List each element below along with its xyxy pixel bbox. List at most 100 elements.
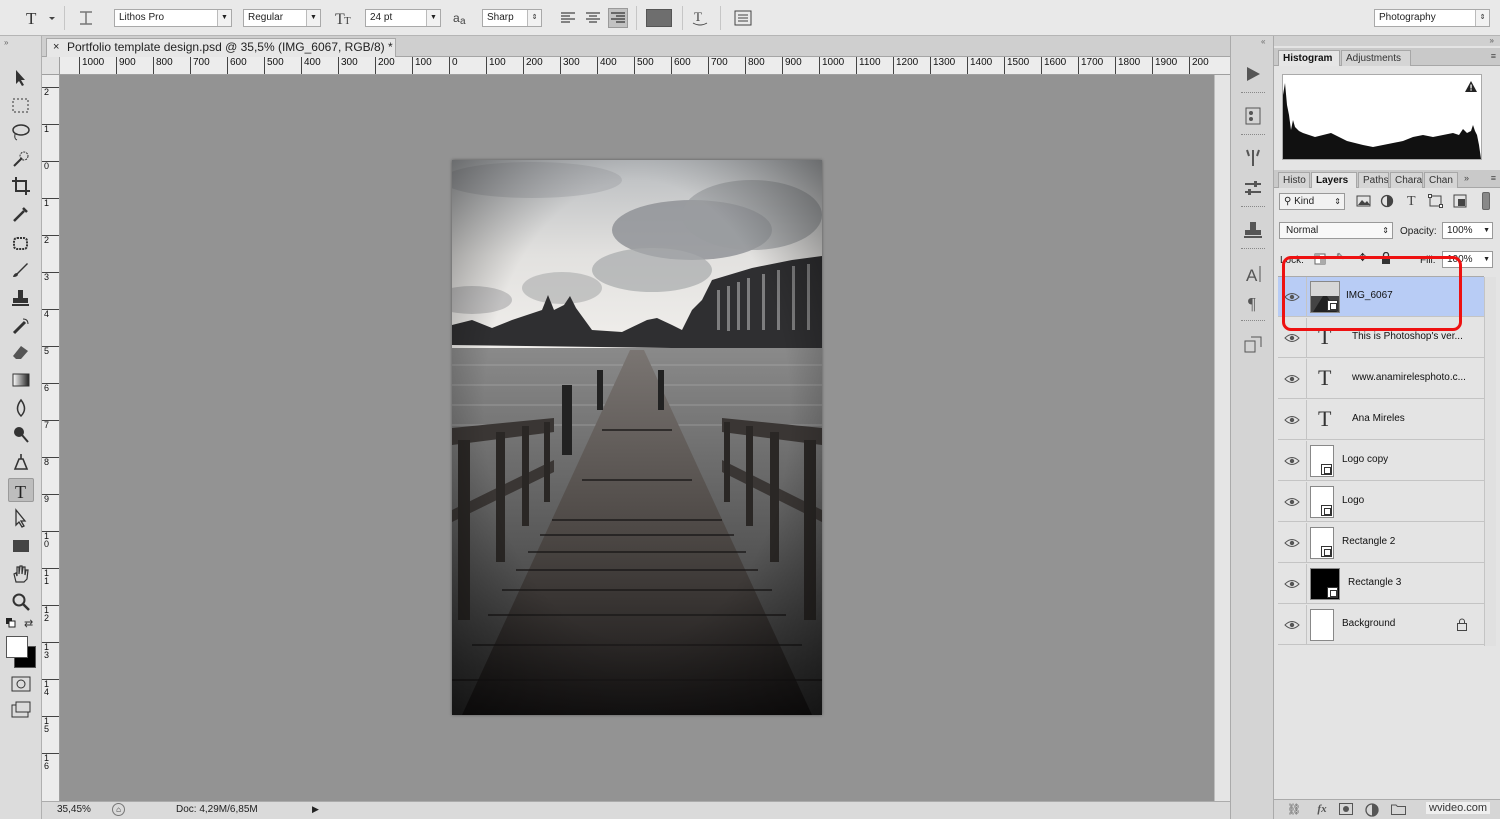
visibility-eye-icon[interactable]	[1284, 290, 1300, 304]
text-color-swatch[interactable]	[646, 9, 672, 27]
align-left-icon[interactable]	[558, 8, 578, 28]
tool-presets-icon[interactable]	[1241, 332, 1265, 356]
quick-mask-icon[interactable]	[8, 672, 34, 696]
font-style-select[interactable]: Regular ▼	[243, 9, 321, 27]
lock-transparency-icon[interactable]	[1314, 253, 1326, 265]
filter-pixel-icon[interactable]	[1356, 194, 1372, 208]
visibility-eye-icon[interactable]	[1284, 454, 1300, 468]
tab-layers[interactable]: Layers	[1311, 172, 1357, 188]
visibility-eye-icon[interactable]	[1284, 618, 1300, 632]
zoom-level[interactable]: 35,45%	[57, 804, 91, 815]
clone-stamp-tool-icon[interactable]	[8, 286, 34, 310]
new-group-icon[interactable]	[1390, 803, 1406, 817]
canvas-photo-pier[interactable]	[452, 160, 822, 715]
tab-character[interactable]: Chara	[1390, 172, 1423, 188]
align-center-icon[interactable]	[583, 8, 603, 28]
ruler-origin[interactable]	[42, 57, 60, 75]
link-layers-icon[interactable]: ⛓	[1286, 803, 1302, 817]
foreground-color-swatch[interactable]	[6, 636, 28, 658]
character-icon[interactable]: A	[1241, 262, 1265, 286]
default-colors-icon[interactable]	[6, 618, 16, 628]
swap-colors-icon[interactable]: ⇄	[24, 617, 33, 630]
document-tab[interactable]: × Portfolio template design.psd @ 35,5% …	[46, 38, 396, 57]
add-mask-icon[interactable]	[1338, 803, 1354, 817]
lock-position-icon[interactable]: ✥	[1358, 251, 1370, 265]
visibility-eye-icon[interactable]	[1284, 577, 1300, 591]
crop-tool-icon[interactable]	[8, 174, 34, 198]
tab-histogram[interactable]: Histogram	[1278, 50, 1340, 66]
layers-panel-menu-icon[interactable]: ≡	[1491, 173, 1496, 183]
font-family-select[interactable]: Lithos Pro ▼	[114, 9, 232, 27]
screen-mode-icon[interactable]	[8, 698, 34, 722]
layer-row-text-2[interactable]: T www.anamirelesphoto.c...	[1278, 359, 1484, 399]
layer-row-rectangle-2[interactable]: Rectangle 2	[1278, 523, 1484, 563]
visibility-eye-icon[interactable]	[1284, 372, 1300, 386]
collapse-dock-icon[interactable]: «	[1261, 37, 1265, 46]
opacity-input[interactable]: 100% ▼	[1442, 222, 1493, 239]
tab-paths[interactable]: Paths	[1358, 172, 1389, 188]
marquee-tool-icon[interactable]	[8, 94, 34, 118]
history-brush-tool-icon[interactable]	[8, 314, 34, 338]
vertical-scrollbar[interactable]	[1214, 75, 1230, 801]
filter-shape-icon[interactable]	[1428, 194, 1444, 208]
warning-icon[interactable]	[1465, 81, 1477, 92]
properties-icon[interactable]	[1241, 104, 1265, 128]
tab-adjustments[interactable]: Adjustments	[1341, 50, 1411, 66]
type-tool-icon[interactable]: T	[8, 478, 34, 502]
character-panel-icon[interactable]	[733, 8, 753, 28]
layer-row-logo-copy[interactable]: Logo copy	[1278, 441, 1484, 481]
eyedropper-tool-icon[interactable]	[8, 202, 34, 226]
type-tool-preset-icon[interactable]: T	[22, 8, 42, 28]
layers-scrollbar[interactable]	[1484, 277, 1496, 646]
layer-filter-select[interactable]: ⚲ Kind ⇕	[1279, 193, 1345, 210]
layer-row-rectangle-3[interactable]: Rectangle 3	[1278, 564, 1484, 604]
share-icon[interactable]: ⌂	[112, 803, 125, 816]
lasso-tool-icon[interactable]	[8, 120, 34, 144]
zoom-tool-icon[interactable]	[8, 590, 34, 614]
filter-type-icon[interactable]: T	[1404, 192, 1420, 208]
filter-adjustment-icon[interactable]	[1380, 194, 1396, 208]
tab-history[interactable]: Histo	[1278, 172, 1310, 188]
blur-tool-icon[interactable]	[8, 396, 34, 420]
warp-text-icon[interactable]: T	[690, 8, 710, 28]
collapse-icon[interactable]: »	[4, 38, 8, 47]
more-tabs-icon[interactable]: »	[1464, 173, 1469, 183]
layer-row-text-3[interactable]: T Ana Mireles	[1278, 400, 1484, 440]
font-size-input[interactable]: 24 pt ▼	[365, 9, 441, 27]
fill-input[interactable]: 100% ▼	[1442, 251, 1493, 268]
adjust-sliders-icon[interactable]	[1241, 176, 1265, 200]
lock-pixels-icon[interactable]: ✎	[1336, 252, 1348, 264]
status-menu-arrow-icon[interactable]: ▶	[312, 804, 319, 815]
filter-toggle-switch[interactable]	[1482, 192, 1490, 210]
new-adjustment-layer-icon[interactable]	[1364, 803, 1380, 817]
paragraph-icon[interactable]: ¶	[1241, 290, 1265, 314]
layer-row-logo[interactable]: Logo	[1278, 482, 1484, 522]
brush-tool-icon[interactable]	[8, 258, 34, 282]
horizontal-ruler[interactable]: 1000900800700600500400300200100010020030…	[60, 57, 1230, 75]
move-tool-icon[interactable]	[8, 66, 34, 90]
filter-smart-object-icon[interactable]	[1452, 194, 1468, 208]
workspace-select[interactable]: Photography ⇕	[1374, 9, 1490, 27]
healing-brush-tool-icon[interactable]	[8, 232, 34, 256]
fx-icon[interactable]: fx	[1314, 803, 1330, 817]
layer-row-img-6067[interactable]: IMG_6067	[1278, 277, 1484, 317]
visibility-eye-icon[interactable]	[1284, 495, 1300, 509]
panel-menu-icon[interactable]: ≡	[1491, 51, 1496, 61]
eraser-tool-icon[interactable]	[8, 340, 34, 364]
blend-mode-select[interactable]: Normal ⇕	[1279, 222, 1393, 239]
text-orientation-icon[interactable]	[76, 8, 96, 28]
visibility-eye-icon[interactable]	[1284, 536, 1300, 550]
visibility-eye-icon[interactable]	[1284, 331, 1300, 345]
layer-row-background[interactable]: Background	[1278, 605, 1484, 645]
clone-source-icon[interactable]	[1241, 218, 1265, 242]
antialias-select[interactable]: Sharp ⇕	[482, 9, 542, 27]
rectangle-tool-icon[interactable]	[8, 534, 34, 558]
collapse-panels-icon[interactable]: »	[1490, 36, 1494, 45]
align-right-icon[interactable]	[608, 8, 628, 28]
pen-tool-icon[interactable]	[8, 450, 34, 474]
close-tab-icon[interactable]: ×	[53, 39, 59, 56]
lock-all-icon[interactable]	[1380, 252, 1392, 264]
play-actions-icon[interactable]	[1241, 62, 1265, 86]
hand-tool-icon[interactable]	[8, 562, 34, 586]
tab-channels[interactable]: Chan	[1424, 172, 1458, 188]
